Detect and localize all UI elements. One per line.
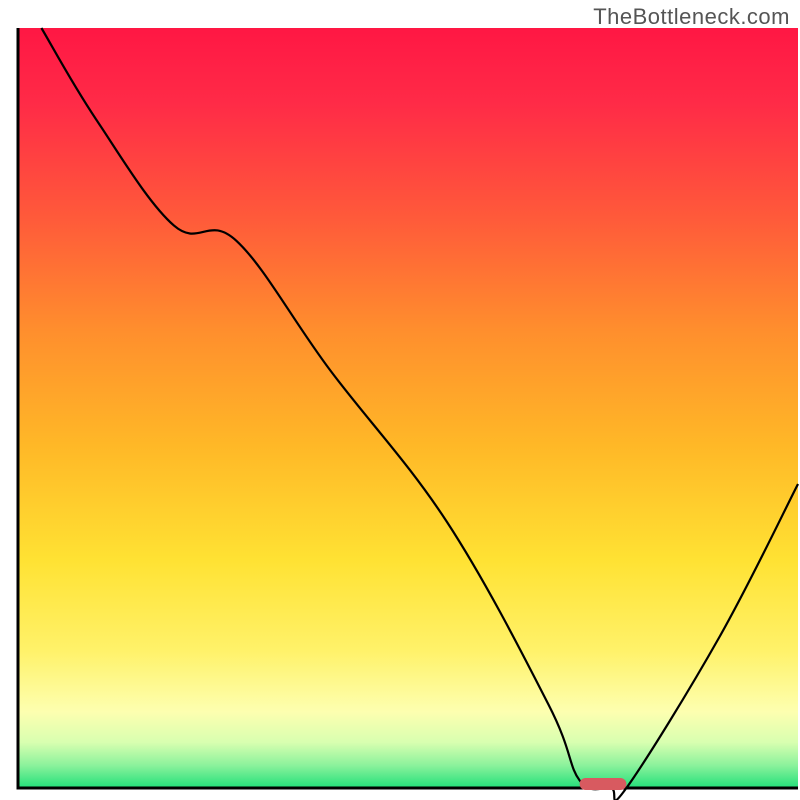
optimal-marker [580, 778, 627, 790]
bottleneck-chart [0, 0, 800, 800]
watermark-text: TheBottleneck.com [593, 4, 790, 30]
chart-container: TheBottleneck.com [0, 0, 800, 800]
plot-background [18, 28, 798, 788]
